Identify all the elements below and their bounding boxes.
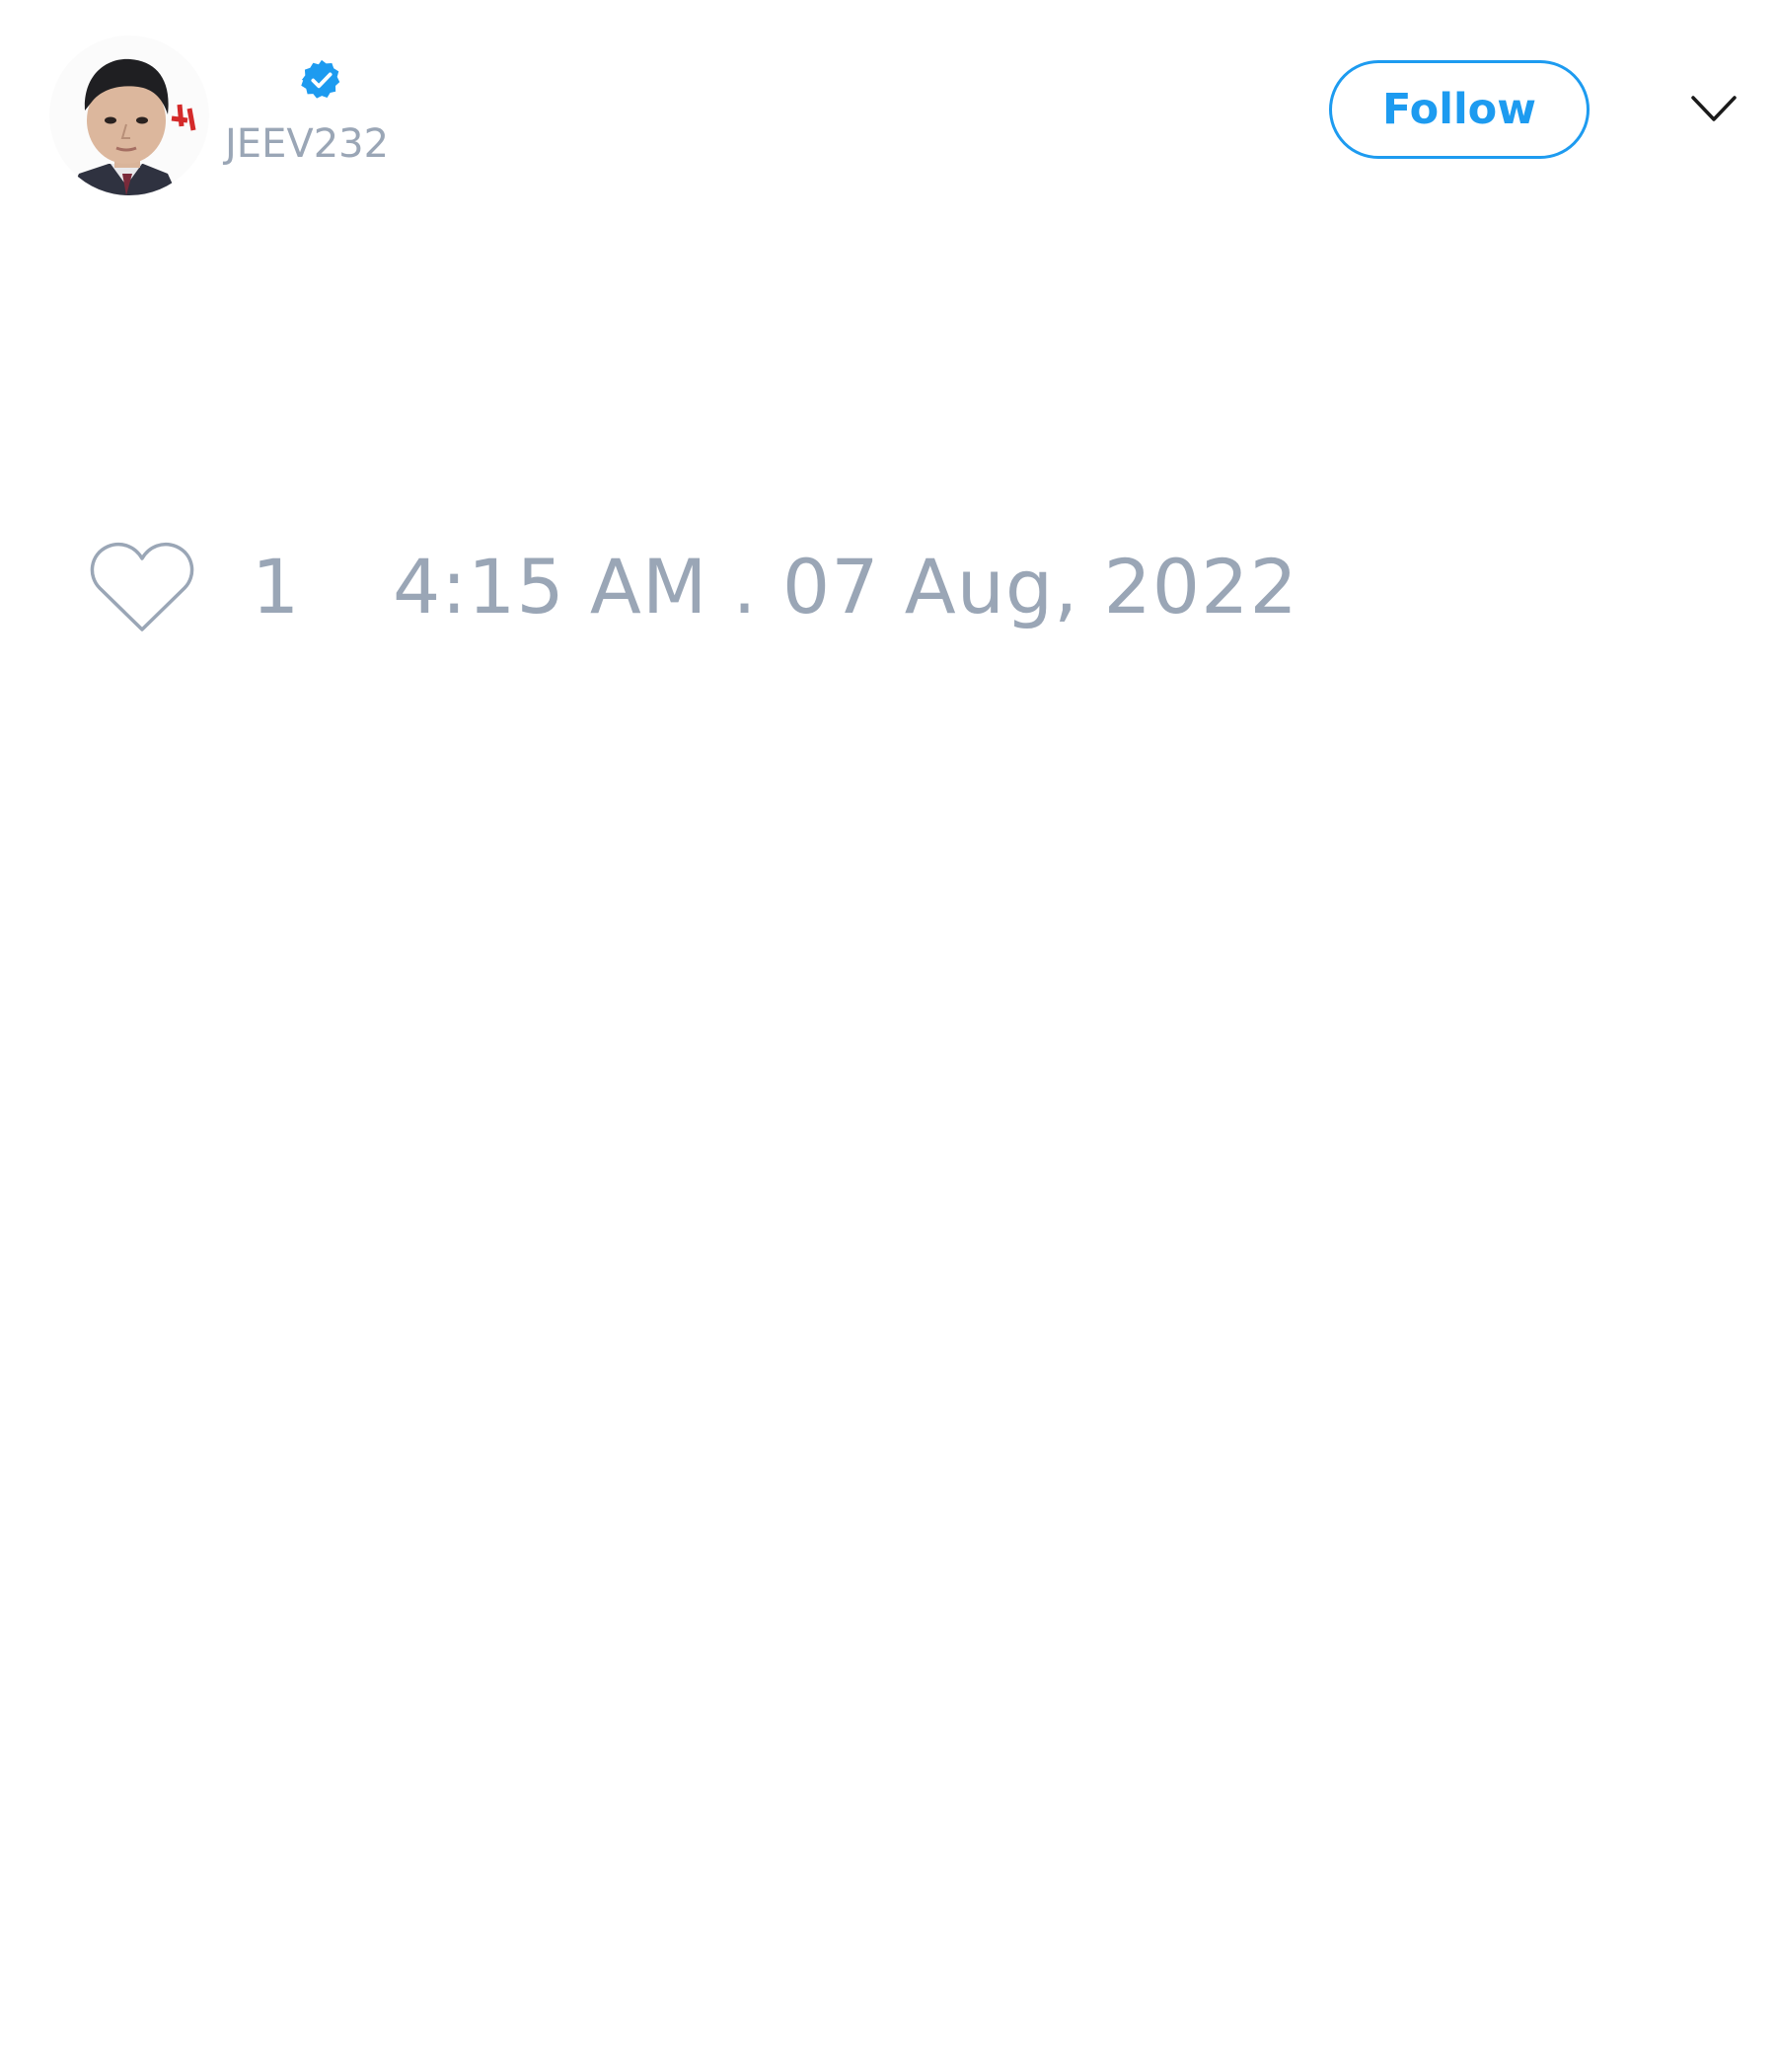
verified-badge-icon	[301, 59, 340, 99]
avatar[interactable]	[49, 36, 209, 195]
chevron-down-icon[interactable]	[1689, 90, 1739, 129]
heart-icon[interactable]	[90, 541, 194, 635]
author-handle[interactable]: JEEV232	[225, 124, 389, 164]
follow-button[interactable]: Follow	[1329, 60, 1590, 159]
like-count: 1	[252, 543, 300, 630]
tweet-timestamp[interactable]: 4:15 AM . 07 Aug, 2022	[393, 550, 1298, 625]
avatar-image	[49, 36, 209, 195]
